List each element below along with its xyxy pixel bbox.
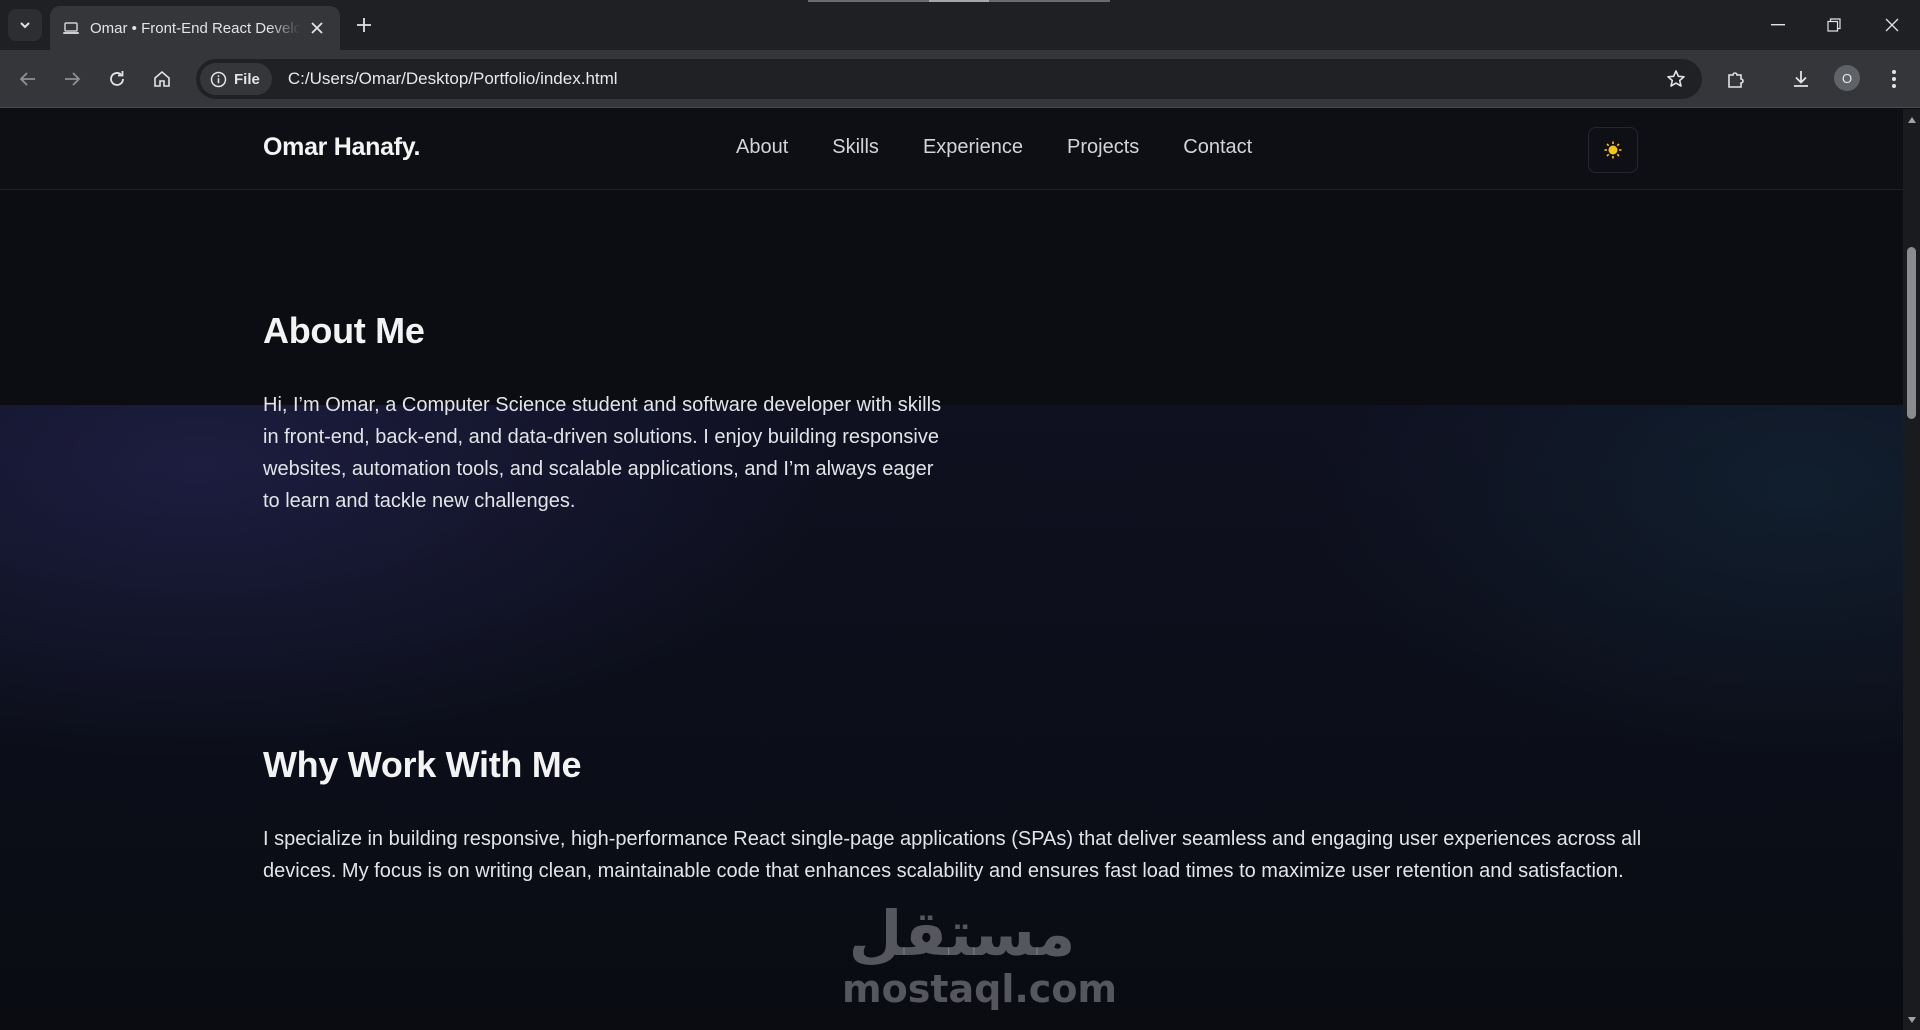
close-window-button[interactable] xyxy=(1864,0,1920,50)
page-viewport: Omar Hanafy. About Skills Experience Pro… xyxy=(0,109,1903,1030)
minimize-button[interactable] xyxy=(1750,0,1806,50)
about-title: About Me xyxy=(263,310,425,351)
site-logo[interactable]: Omar Hanafy. xyxy=(263,133,420,162)
scroll-down-arrow-icon[interactable] xyxy=(1906,1014,1917,1025)
browser-toolbar: File C:/Users/Omar/Desktop/Portfolio/ind… xyxy=(0,50,1920,108)
nav-link-contact[interactable]: Contact xyxy=(1183,136,1252,159)
watermark-latin: mostaql.com xyxy=(842,967,1118,1011)
star-icon[interactable] xyxy=(1664,67,1688,91)
browser-tab-bar: Omar • Front-End React Developer xyxy=(0,0,1920,50)
site-info-chip[interactable]: File xyxy=(200,63,272,95)
why-title: Why Work With Me xyxy=(263,744,582,785)
laptop-icon xyxy=(62,21,80,35)
site-header: Omar Hanafy. About Skills Experience Pro… xyxy=(0,109,1903,190)
scrollbar-thumb[interactable] xyxy=(1907,247,1916,419)
arrow-left-icon xyxy=(19,72,35,86)
logo-text: Omar Hanafy xyxy=(263,133,414,161)
tab-search-button[interactable] xyxy=(8,9,42,41)
minimize-icon xyxy=(1771,24,1785,26)
main-nav: About Skills Experience Projects Contact xyxy=(736,136,1252,159)
site-info-label: File xyxy=(234,70,260,88)
mostaql-watermark: مستقل mostaql.com xyxy=(842,897,1118,1011)
restore-button[interactable] xyxy=(1806,0,1862,50)
info-icon xyxy=(210,71,227,87)
browser-menu-button[interactable] xyxy=(1878,63,1910,95)
back-button[interactable] xyxy=(12,63,44,95)
nav-link-projects[interactable]: Projects xyxy=(1067,136,1139,159)
reload-icon xyxy=(110,71,124,86)
restore-icon xyxy=(1827,18,1841,32)
address-bar[interactable]: File C:/Users/Omar/Desktop/Portfolio/ind… xyxy=(196,59,1702,99)
tab-title: Omar • Front-End React Developer xyxy=(90,19,300,37)
extensions-button[interactable] xyxy=(1720,63,1752,95)
download-icon xyxy=(1794,71,1808,87)
nav-link-experience[interactable]: Experience xyxy=(923,136,1023,159)
home-icon xyxy=(154,70,170,87)
downloads-button[interactable] xyxy=(1785,63,1817,95)
more-vertical-icon xyxy=(1892,70,1896,88)
forward-button[interactable] xyxy=(56,63,88,95)
scroll-up-arrow-icon[interactable] xyxy=(1906,114,1917,125)
plus-icon xyxy=(357,18,371,32)
about-body: Hi, I’m Omar, a Computer Science student… xyxy=(263,394,942,512)
home-button[interactable] xyxy=(146,63,178,95)
chevron-down-icon xyxy=(20,22,30,29)
arrow-right-icon xyxy=(65,72,81,86)
browser-tab-active[interactable]: Omar • Front-End React Developer xyxy=(50,6,340,50)
theme-toggle-button[interactable] xyxy=(1588,127,1638,173)
new-tab-button[interactable] xyxy=(350,11,378,39)
tab-strip-indicator xyxy=(808,0,1110,2)
close-icon[interactable] xyxy=(306,17,328,39)
reload-button[interactable] xyxy=(101,63,133,95)
nav-link-skills[interactable]: Skills xyxy=(832,136,879,159)
puzzle-icon xyxy=(1728,72,1744,88)
close-icon xyxy=(1885,18,1899,32)
logo-dot: . xyxy=(413,133,421,161)
nav-link-about[interactable]: About xyxy=(736,136,788,159)
watermark-arabic: مستقل xyxy=(848,897,1076,970)
url-text[interactable]: C:/Users/Omar/Desktop/Portfolio/index.ht… xyxy=(288,69,618,89)
profile-avatar[interactable]: O xyxy=(1834,65,1860,91)
why-body: I specialize in building responsive, hig… xyxy=(263,828,1642,882)
sun-icon xyxy=(1604,141,1622,159)
page-scrollbar[interactable] xyxy=(1903,109,1920,1030)
